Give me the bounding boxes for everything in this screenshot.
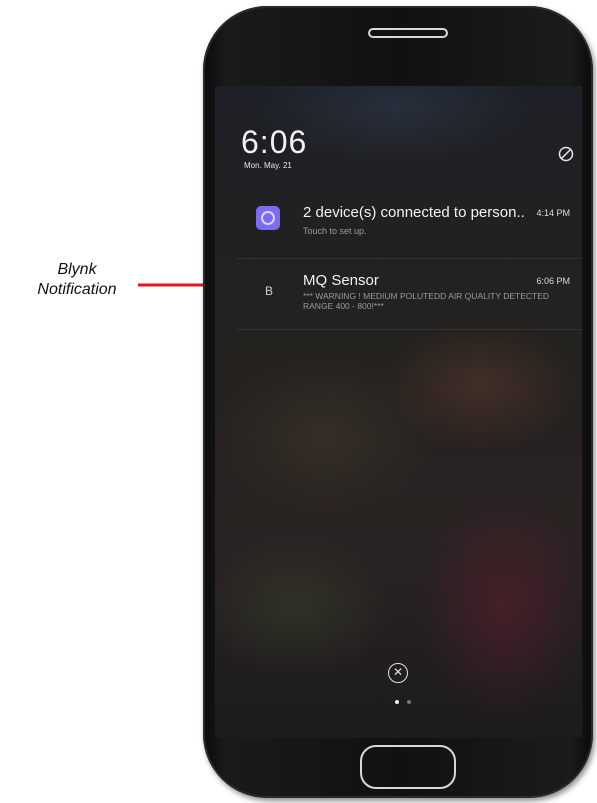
clear-all-button[interactable]: ✕ [388, 663, 408, 683]
lockscreen-clock: 6:06 [241, 124, 308, 160]
earpiece-speaker [368, 28, 448, 38]
close-icon: ✕ [392, 665, 404, 679]
notification-device-connection[interactable]: 2 device(s) connected to person.. 4:14 P… [237, 196, 582, 250]
lockscreen-date: Mon. May. 21 [244, 161, 292, 170]
figure: Blynk Notification 6:06 Mon. May. 21 2 d… [0, 0, 597, 803]
page-indicator [395, 700, 415, 706]
lock-screen: 6:06 Mon. May. 21 2 device(s) connected … [215, 86, 582, 738]
notification-subtitle: Touch to set up. [303, 226, 367, 236]
notification-time: 4:14 PM [536, 208, 570, 218]
device-connection-icon [256, 206, 280, 230]
do-not-disturb-icon[interactable] [558, 146, 574, 162]
notification-time: 6:06 PM [536, 276, 570, 286]
page-dot-1 [395, 700, 399, 704]
notification-title: MQ Sensor [303, 272, 379, 289]
notification-blynk-mq-sensor[interactable]: B MQ Sensor 6:06 PM *** WARNING ! MEDIUM… [237, 258, 582, 330]
notification-body: *** WARNING ! MEDIUM POLUTEDD AIR QUALIT… [303, 291, 550, 311]
annotation-text: Blynk Notification [37, 261, 117, 298]
page-dot-2 [407, 700, 411, 704]
blynk-app-icon: B [265, 284, 274, 298]
phone-frame: 6:06 Mon. May. 21 2 device(s) connected … [203, 6, 593, 798]
home-button[interactable] [360, 745, 456, 789]
notification-title: 2 device(s) connected to person.. [303, 204, 525, 221]
annotation-label: Blynk Notification [22, 260, 132, 300]
